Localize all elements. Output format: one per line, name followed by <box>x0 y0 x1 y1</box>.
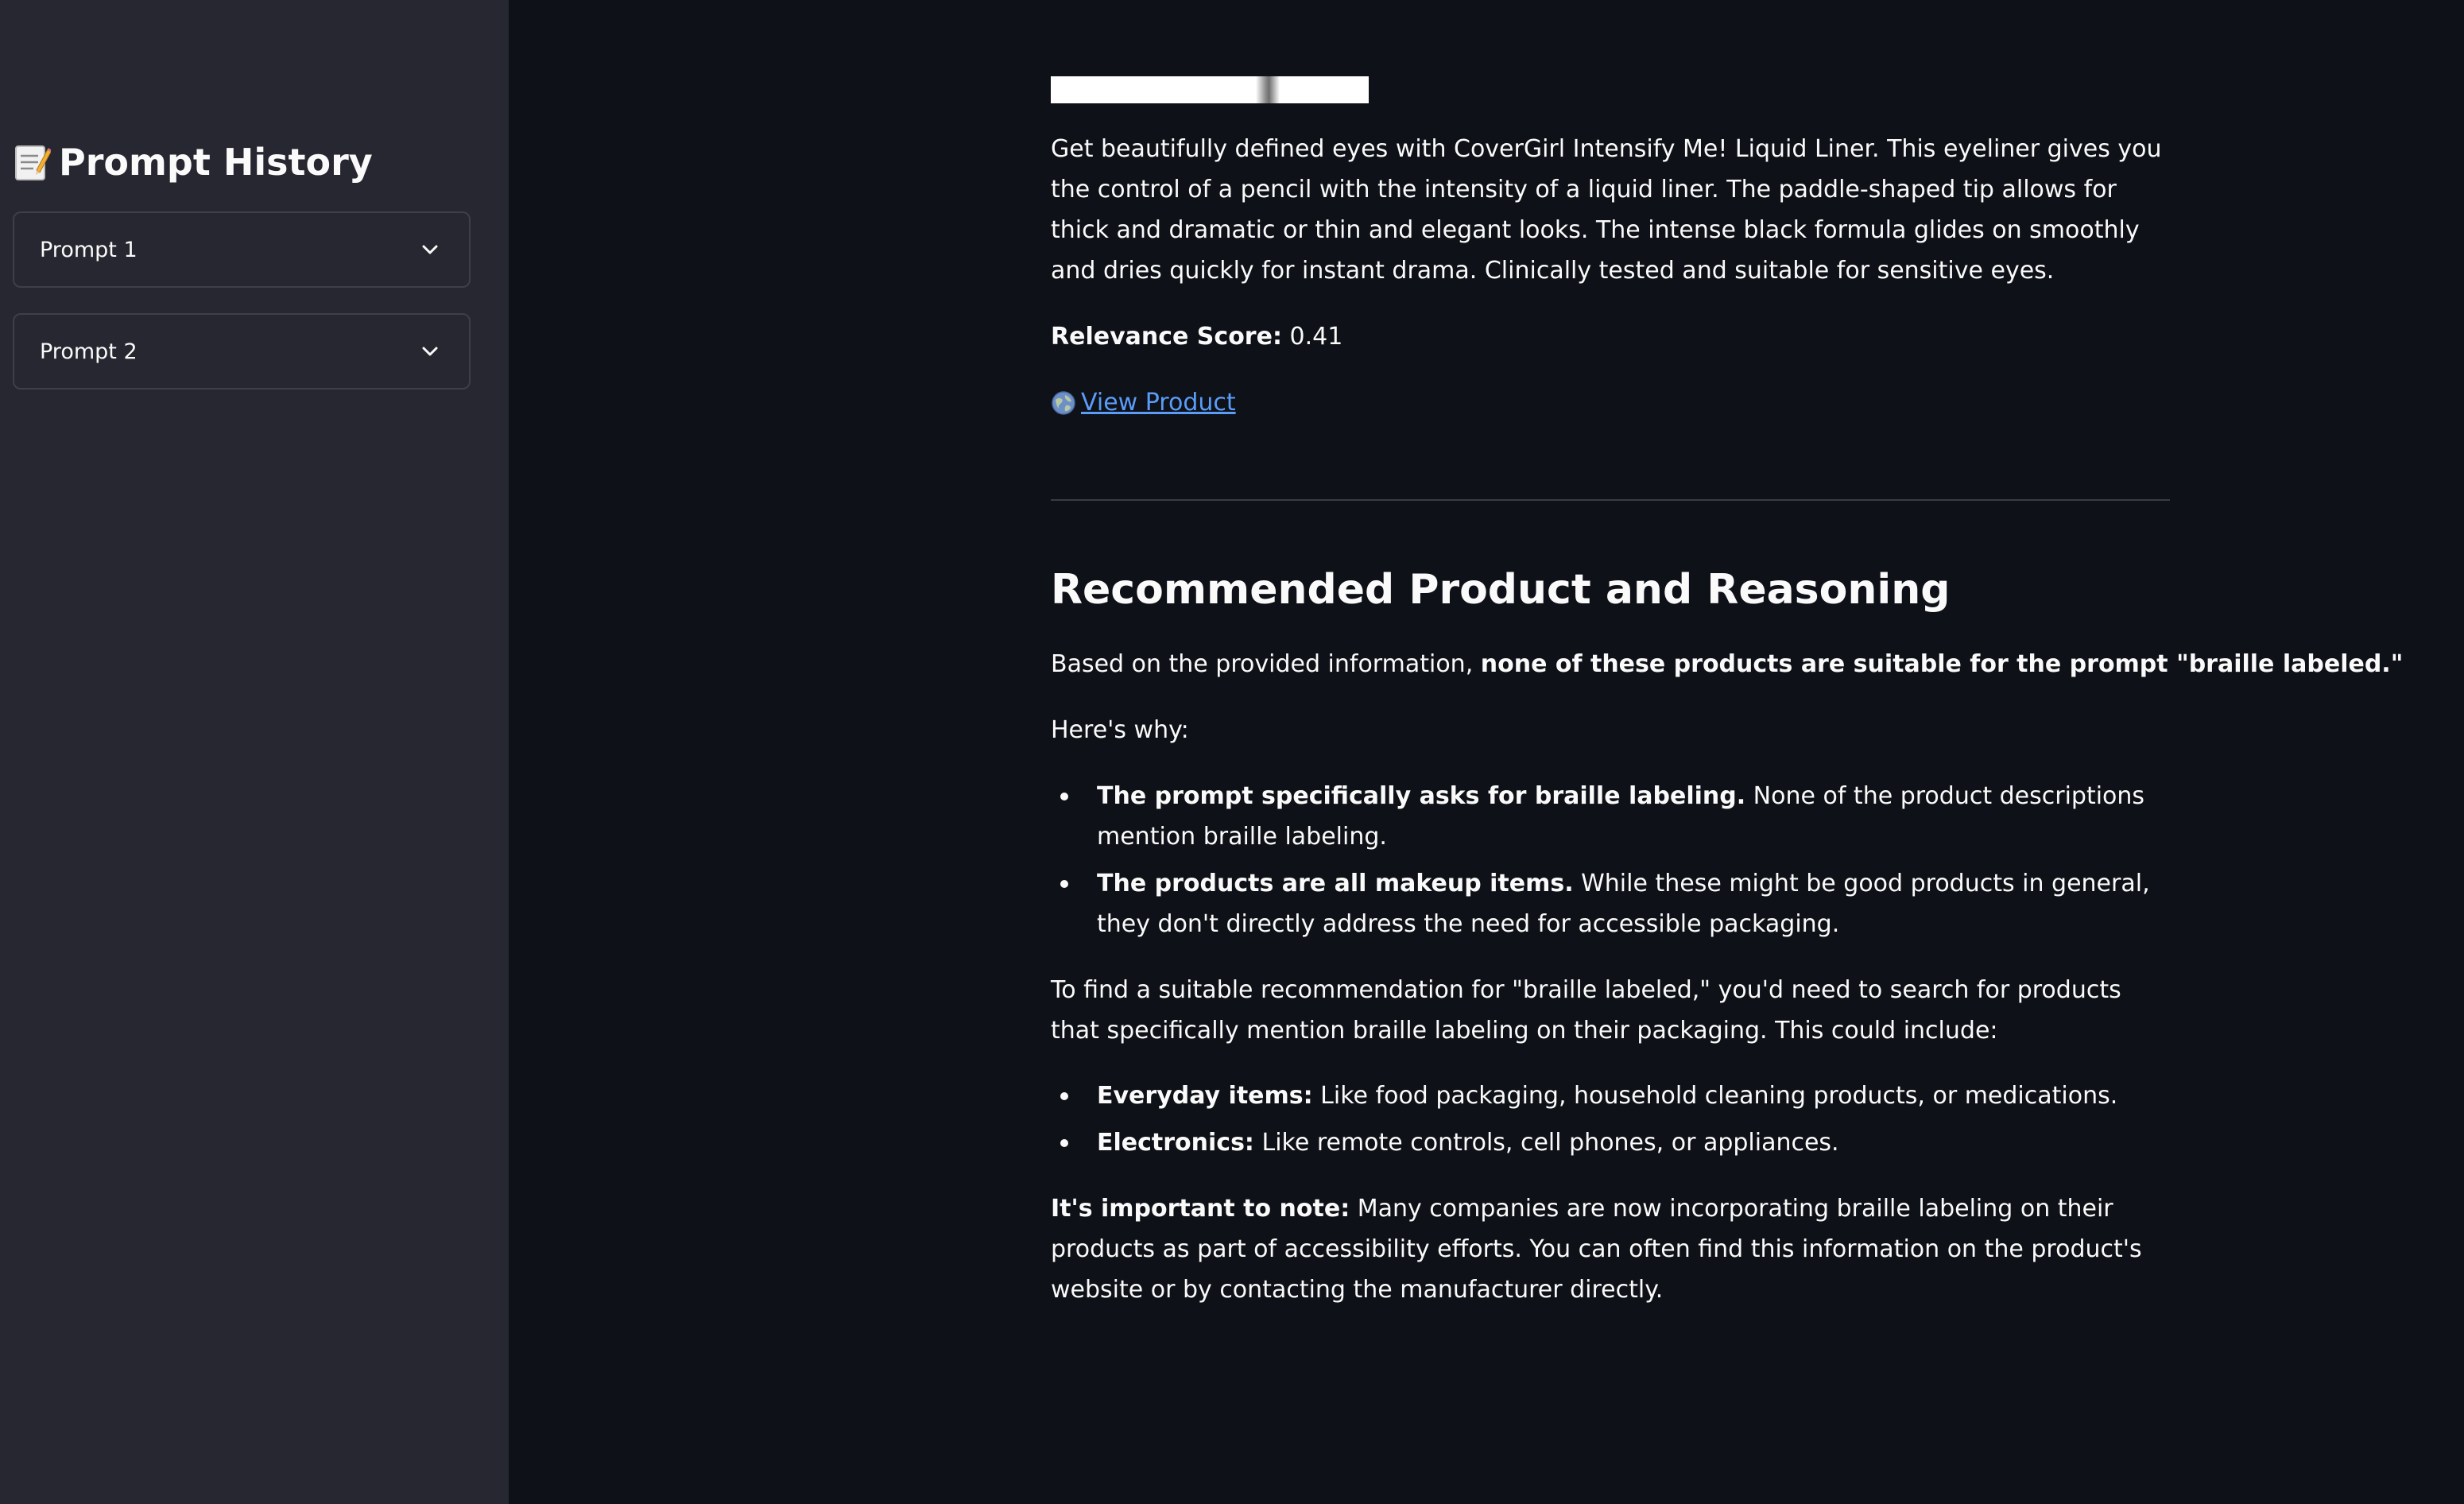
prompt-2-expander[interactable]: Prompt 2 <box>13 313 471 390</box>
app-window: Prompt History Prompt 1 Prompt 2 Get bea… <box>0 0 2464 1504</box>
important-note: It's important to note: Many companies a… <box>1051 1188 2170 1310</box>
globe-icon <box>1051 390 1081 416</box>
chevron-down-icon <box>418 238 442 262</box>
view-product-link[interactable]: View Product <box>1051 382 1236 423</box>
list-item: Electronics: Like remote controls, cell … <box>1051 1122 2170 1163</box>
expander-label: Prompt 2 <box>40 339 138 364</box>
expander-label: Prompt 1 <box>40 237 138 262</box>
product-description: Get beautifully defined eyes with CoverG… <box>1051 135 2162 285</box>
relevance-score-value: 0.41 <box>1281 323 1343 351</box>
example-bold: Electronics: <box>1097 1129 1254 1157</box>
prompt-1-expander[interactable]: Prompt 1 <box>13 211 471 288</box>
list-item: The products are all makeup items. While… <box>1051 863 2170 944</box>
reasons-list: The prompt specifically asks for braille… <box>1051 776 2170 951</box>
intro-text: Based on the provided information, <box>1051 650 1481 678</box>
reason-bold: The prompt specifically asks for braille… <box>1097 782 1746 810</box>
product-image <box>1051 76 1369 103</box>
memo-icon <box>13 141 51 183</box>
sidebar-title-text: Prompt History <box>59 141 373 184</box>
divider <box>1051 499 2170 501</box>
relevance-score-label: Relevance Score: <box>1051 323 1282 351</box>
example-text: Like food packaging, household cleaning … <box>1312 1082 2118 1110</box>
note-bold: It's important to note: <box>1051 1195 1350 1223</box>
examples-list: Everyday items: Like food packaging, hou… <box>1051 1076 2170 1169</box>
list-item: Everyday items: Like food packaging, hou… <box>1051 1076 2170 1116</box>
list-item: The prompt specifically asks for braille… <box>1051 776 2170 857</box>
chevron-down-icon <box>418 339 442 363</box>
reason-bold: The products are all makeup items. <box>1097 870 1574 897</box>
find-text: To find a suitable recommendation for "b… <box>1051 976 2121 1045</box>
recommendation-intro: Based on the provided information, none … <box>1051 644 2403 684</box>
intro-bold: none of these products are suitable for … <box>1480 650 2404 678</box>
why-text: Here's why: <box>1051 716 1189 744</box>
relevance-score: Relevance Score: 0.41 <box>1051 316 2170 357</box>
view-product-row: View Product <box>1051 382 2170 428</box>
example-text: Like remote controls, cell phones, or ap… <box>1253 1129 1839 1157</box>
example-bold: Everyday items: <box>1097 1082 1313 1110</box>
sidebar-title: Prompt History <box>13 137 373 188</box>
section-heading: Recommended Product and Reasoning <box>1051 566 1951 614</box>
view-product-label: View Product <box>1081 389 1236 417</box>
sidebar: Prompt History Prompt 1 Prompt 2 <box>0 0 509 1504</box>
